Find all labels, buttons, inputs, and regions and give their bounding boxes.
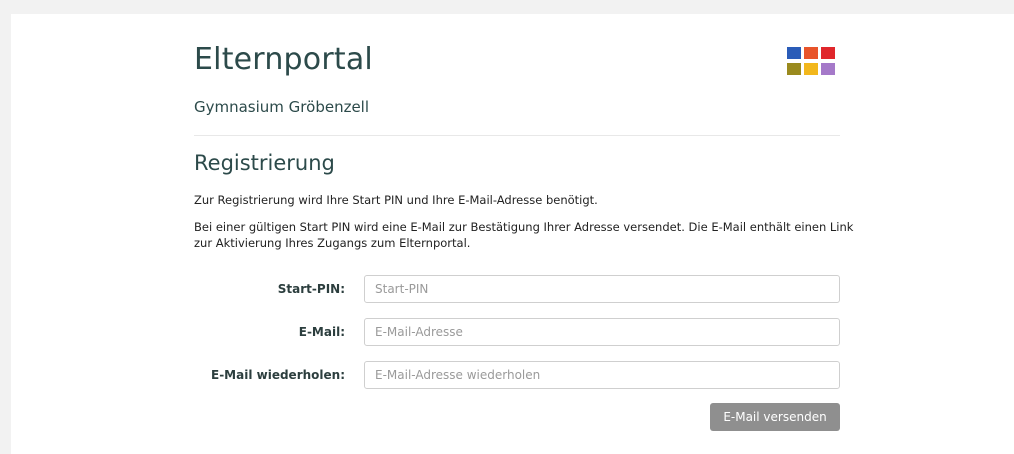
email-repeat-input[interactable]	[364, 361, 840, 389]
logo-square-yellow	[804, 63, 818, 75]
section-heading: Registrierung	[194, 151, 335, 175]
page-title: Elternportal	[194, 42, 373, 77]
send-email-button[interactable]: E-Mail versenden	[710, 403, 840, 431]
logo-square-orange	[804, 47, 818, 59]
start-pin-input[interactable]	[364, 275, 840, 303]
logo-square-blue	[787, 47, 801, 59]
logo-square-purple	[821, 63, 835, 75]
email-repeat-row: E-Mail wiederholen:	[194, 361, 840, 389]
email-label: E-Mail:	[298, 325, 345, 339]
email-row: E-Mail:	[194, 318, 840, 346]
page-background: Elternportal Gymnasium Gröbenzell Regist…	[11, 14, 1014, 454]
email-repeat-label: E-Mail wiederholen:	[211, 368, 345, 382]
logo-square-olive	[787, 63, 801, 75]
pin-row: Start-PIN:	[194, 275, 840, 303]
logo-square-red	[821, 47, 835, 59]
header-divider	[194, 135, 840, 136]
pin-label: Start-PIN:	[277, 282, 345, 296]
school-name: Gymnasium Gröbenzell	[194, 98, 370, 116]
email-input[interactable]	[364, 318, 840, 346]
intro-text: Zur Registrierung wird Ihre Start PIN un…	[194, 193, 598, 207]
school-logo-icon	[787, 47, 837, 77]
details-text: Bei einer gültigen Start PIN wird eine E…	[194, 220, 854, 250]
